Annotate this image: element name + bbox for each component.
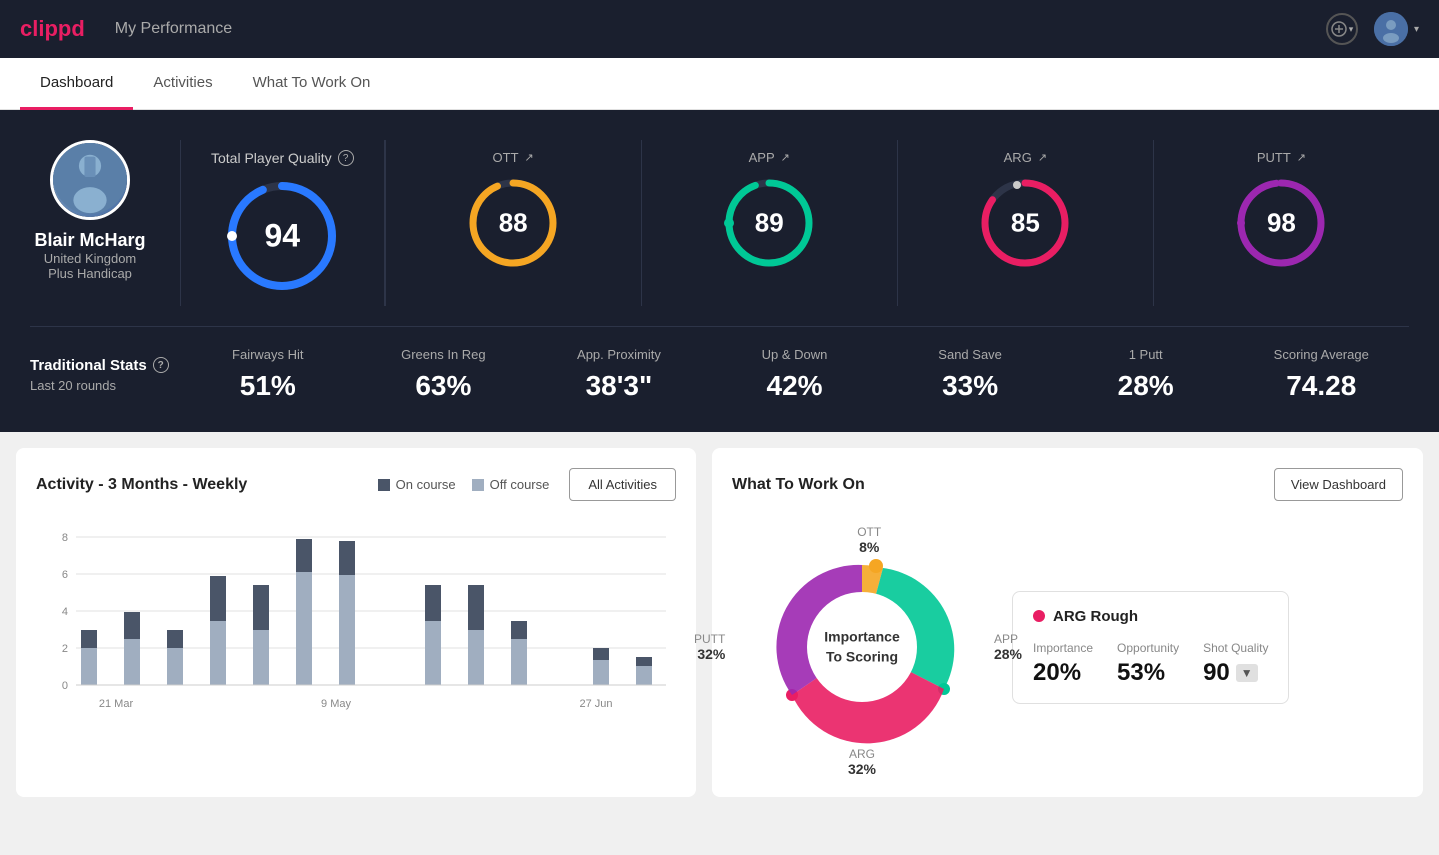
info-card-dot bbox=[1033, 610, 1045, 622]
info-card-title: ARG Rough bbox=[1033, 608, 1268, 625]
connector-area: ARG Rough Importance 20% Opportunity bbox=[1012, 591, 1403, 704]
svg-text:8: 8 bbox=[62, 532, 68, 544]
arg-value: 85 bbox=[1011, 208, 1040, 239]
svg-text:9 May: 9 May bbox=[321, 698, 351, 710]
stat-fairways: Fairways Hit 51% bbox=[180, 347, 356, 402]
header-right: ▾ ▾ bbox=[1326, 12, 1419, 46]
ott-label: OTT ↗ bbox=[493, 150, 534, 165]
stats-help-icon[interactable]: ? bbox=[153, 357, 169, 373]
score-ott: OTT ↗ 88 bbox=[385, 140, 641, 306]
player-avatar bbox=[50, 140, 130, 220]
tpq-block: Total Player Quality ? 94 bbox=[181, 140, 385, 306]
traditional-stats: Traditional Stats ? Last 20 rounds Fairw… bbox=[30, 326, 1409, 402]
arg-arrow: ↗ bbox=[1038, 151, 1047, 164]
stat-proximity: App. Proximity 38'3" bbox=[531, 347, 707, 402]
all-activities-button[interactable]: All Activities bbox=[569, 468, 676, 501]
arg-label: ARG ↗ bbox=[1004, 150, 1047, 165]
header: clippd My Performance ▾ ▾ bbox=[0, 0, 1439, 58]
donut-chart: ImportanceTo Scoring OTT 8% APP 28% ARG … bbox=[732, 517, 992, 777]
legend-on-course: On course bbox=[378, 477, 456, 492]
stat-greens: Greens In Reg 63% bbox=[356, 347, 532, 402]
stat-scoring: Scoring Average 74.28 bbox=[1233, 347, 1409, 402]
wtwon-header: What To Work On View Dashboard bbox=[732, 468, 1403, 501]
player-info: Blair McHarg United Kingdom Plus Handica… bbox=[30, 140, 150, 281]
ott-donut-label: OTT 8% bbox=[857, 525, 881, 555]
bottom-panels: Activity - 3 Months - Weekly On course O… bbox=[0, 432, 1439, 813]
scores-section: Total Player Quality ? 94 OTT ↗ bbox=[180, 140, 1409, 306]
nav-tabs: Dashboard Activities What To Work On bbox=[0, 58, 1439, 110]
header-title: My Performance bbox=[115, 20, 232, 38]
app-label: APP ↗ bbox=[749, 150, 790, 165]
ott-value: 88 bbox=[499, 208, 528, 239]
activity-panel-header: Activity - 3 Months - Weekly On course O… bbox=[36, 468, 676, 501]
putt-circle: 98 bbox=[1231, 173, 1331, 273]
add-button[interactable]: ▾ bbox=[1326, 13, 1358, 45]
stat-sandsave: Sand Save 33% bbox=[882, 347, 1058, 402]
user-dropdown-arrow: ▾ bbox=[1414, 24, 1419, 35]
app-arrow: ↗ bbox=[781, 151, 790, 164]
score-putt: PUTT ↗ 98 bbox=[1153, 140, 1409, 306]
svg-text:0: 0 bbox=[62, 680, 68, 692]
shot-quality-badge: ▼ bbox=[1236, 664, 1258, 682]
activity-title: Activity - 3 Months - Weekly bbox=[36, 476, 247, 494]
chart-area: 8 6 4 2 0 bbox=[36, 517, 676, 762]
putt-arrow: ↗ bbox=[1297, 151, 1306, 164]
stat-1putt: 1 Putt 28% bbox=[1058, 347, 1234, 402]
what-to-work-on-panel: What To Work On View Dashboard bbox=[712, 448, 1423, 797]
svg-text:2: 2 bbox=[62, 643, 68, 655]
bar-chart: 8 6 4 2 0 bbox=[36, 517, 676, 757]
view-dashboard-button[interactable]: View Dashboard bbox=[1274, 468, 1403, 501]
tab-activities[interactable]: Activities bbox=[133, 58, 232, 110]
player-name: Blair McHarg bbox=[34, 230, 145, 251]
svg-text:6: 6 bbox=[62, 569, 68, 581]
add-dropdown[interactable]: ▾ bbox=[1349, 24, 1354, 35]
stats-subtitle: Last 20 rounds bbox=[30, 378, 180, 393]
ott-circle: 88 bbox=[463, 173, 563, 273]
tab-dashboard[interactable]: Dashboard bbox=[20, 58, 133, 110]
tpq-circle: 94 bbox=[222, 176, 342, 296]
avatar bbox=[1374, 12, 1408, 46]
info-metrics: Importance 20% Opportunity 53% bbox=[1033, 641, 1268, 687]
metric-shot-quality: Shot Quality 90 ▼ bbox=[1203, 641, 1268, 687]
user-menu[interactable]: ▾ bbox=[1374, 12, 1419, 46]
stats-label-block: Traditional Stats ? Last 20 rounds bbox=[30, 357, 180, 393]
metric-importance: Importance 20% bbox=[1033, 641, 1093, 687]
metric-opportunity: Opportunity 53% bbox=[1117, 641, 1179, 687]
info-card: ARG Rough Importance 20% Opportunity bbox=[1012, 591, 1289, 704]
putt-donut-label: PUTT 32% bbox=[694, 632, 725, 662]
donut-center-label: ImportanceTo Scoring bbox=[824, 627, 899, 666]
legend-off-course: Off course bbox=[472, 477, 550, 492]
tpq-help-icon[interactable]: ? bbox=[338, 150, 354, 166]
donut-section: ImportanceTo Scoring OTT 8% APP 28% ARG … bbox=[732, 517, 1403, 777]
tpq-label: Total Player Quality ? bbox=[211, 150, 354, 166]
wtwon-title: What To Work On bbox=[732, 476, 865, 494]
app-circle: 89 bbox=[719, 173, 819, 273]
logo: clippd bbox=[20, 16, 85, 42]
app-value: 89 bbox=[755, 208, 784, 239]
player-country: United Kingdom bbox=[44, 251, 137, 266]
svg-text:4: 4 bbox=[62, 606, 68, 618]
stats-title: Traditional Stats ? bbox=[30, 357, 180, 374]
arg-donut-label: ARG 32% bbox=[848, 747, 876, 777]
score-app: APP ↗ 89 bbox=[641, 140, 897, 306]
activity-panel: Activity - 3 Months - Weekly On course O… bbox=[16, 448, 696, 797]
tpq-value: 94 bbox=[265, 218, 301, 255]
score-arg: ARG ↗ 85 bbox=[897, 140, 1153, 306]
chart-legend: On course Off course bbox=[378, 477, 550, 492]
player-handicap: Plus Handicap bbox=[48, 266, 132, 281]
ott-arrow: ↗ bbox=[525, 151, 534, 164]
tab-what-to-work-on[interactable]: What To Work On bbox=[233, 58, 391, 110]
hero-section: Blair McHarg United Kingdom Plus Handica… bbox=[0, 110, 1439, 432]
svg-text:21 Mar: 21 Mar bbox=[99, 698, 134, 710]
svg-text:27 Jun: 27 Jun bbox=[579, 698, 612, 710]
putt-value: 98 bbox=[1267, 208, 1296, 239]
arg-circle: 85 bbox=[975, 173, 1075, 273]
putt-label: PUTT ↗ bbox=[1257, 150, 1306, 165]
app-donut-label: APP 28% bbox=[994, 632, 1022, 662]
stat-updown: Up & Down 42% bbox=[707, 347, 883, 402]
